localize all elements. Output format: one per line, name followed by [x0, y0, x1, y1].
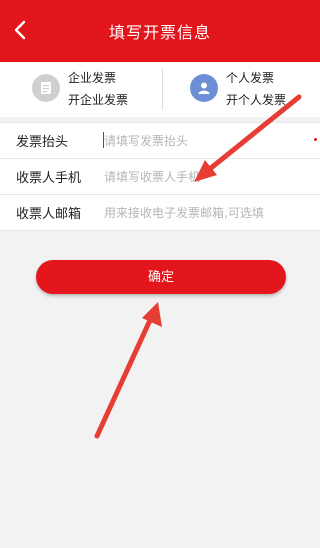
invoice-title-row: 发票抬头 [0, 122, 320, 159]
invoice-title-input[interactable] [104, 133, 320, 148]
recipient-phone-row: 收票人手机 [0, 159, 320, 195]
text-caret [103, 132, 104, 148]
company-invoice-subtitle: 开企业发票 [68, 93, 129, 107]
recipient-email-row: 收票人邮箱 [0, 195, 320, 231]
company-invoice-title: 企业发票 [68, 71, 117, 85]
personal-invoice-option[interactable]: 个人发票 开个人发票 [190, 62, 320, 117]
invoice-type-panel: 企业发票 开企业发票 个人发票 开个人发票 [0, 62, 320, 117]
company-invoice-option[interactable]: 企业发票 开企业发票 [32, 62, 172, 117]
arrow-to-confirm [94, 302, 162, 439]
invoice-title-label: 发票抬头 [16, 135, 69, 150]
personal-invoice-title: 个人发票 [226, 71, 275, 85]
recipient-email-label: 收票人邮箱 [16, 207, 82, 222]
company-invoice-text: 企业发票 开企业发票 [68, 67, 128, 111]
personal-invoice-text: 个人发票 开个人发票 [226, 67, 286, 111]
required-dot [314, 138, 317, 141]
confirm-button[interactable]: 确定 [36, 260, 286, 294]
header-bar: 填写开票信息 [0, 0, 320, 62]
personal-invoice-subtitle: 开个人发票 [226, 93, 287, 107]
recipient-email-input[interactable] [104, 205, 320, 220]
invoice-form: 发票抬头 收票人手机 收票人邮箱 [0, 122, 320, 231]
recipient-phone-input[interactable] [104, 169, 320, 184]
divider [162, 68, 163, 110]
document-icon [32, 74, 60, 102]
person-icon [190, 74, 218, 102]
recipient-phone-label: 收票人手机 [16, 171, 82, 186]
page-title: 填写开票信息 [108, 23, 211, 42]
